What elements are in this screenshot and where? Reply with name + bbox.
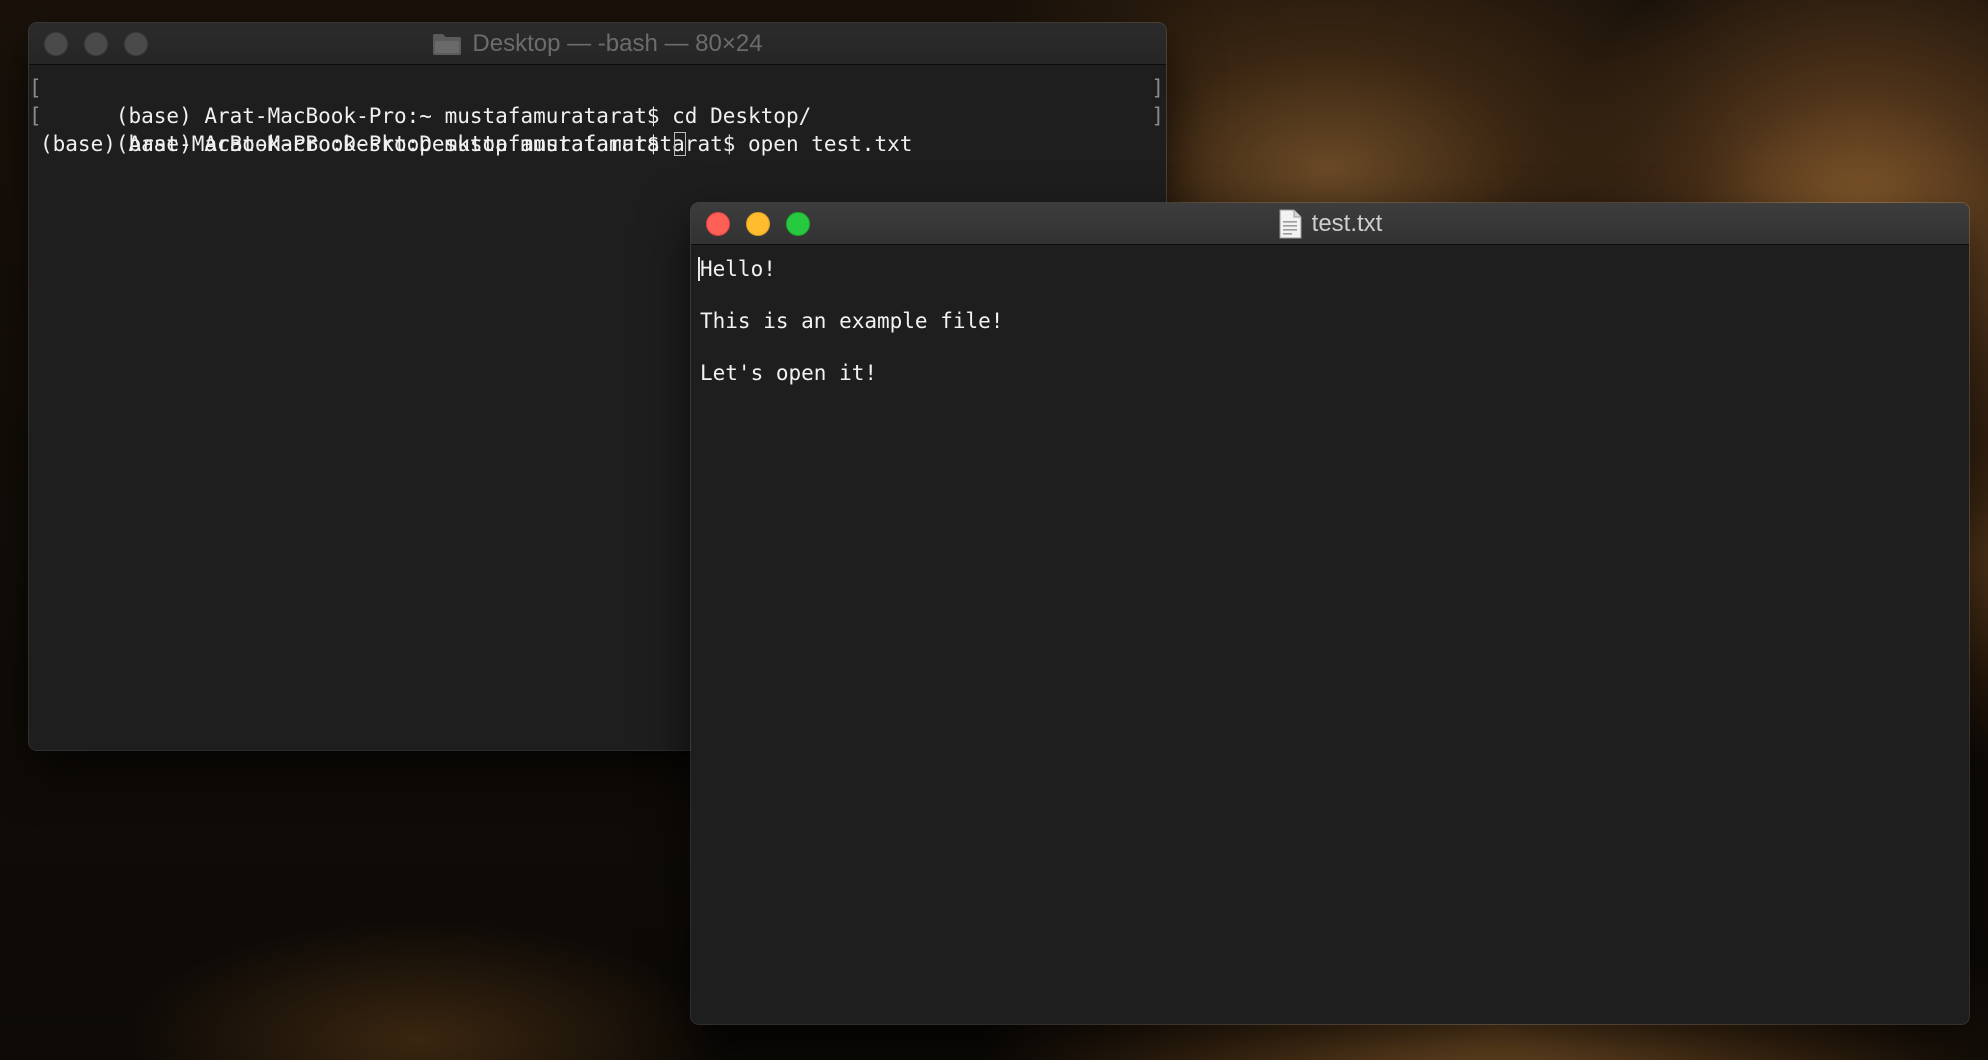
line-mark-right: ] <box>1151 76 1164 100</box>
document-line: This is an example file! <box>700 306 1969 358</box>
line-mark-left: [ <box>29 76 42 100</box>
line-mark-right: ] <box>1151 104 1164 128</box>
terminal-title: Desktop — -bash — 80×24 <box>472 29 763 57</box>
folder-icon <box>432 32 462 56</box>
document-line-text: This is an example file! <box>700 309 1004 333</box>
terminal-cursor <box>674 132 687 156</box>
document-line: Hello! <box>698 254 1969 306</box>
text-editing-area[interactable]: Hello! This is an example file! Let's op… <box>691 245 1969 1024</box>
terminal-prompt-line: (base) Arat-MacBook-Pro:Desktop mustafam… <box>29 130 1166 158</box>
document-line: Let's open it! <box>700 358 1969 410</box>
text-editor-window[interactable]: test.txt Hello! This is an example file!… <box>691 203 1969 1024</box>
editor-minimize-button[interactable] <box>746 212 770 236</box>
text-caret <box>698 257 700 281</box>
editor-zoom-button[interactable] <box>786 212 810 236</box>
editor-title: test.txt <box>1311 209 1383 237</box>
document-icon[interactable] <box>1278 209 1302 239</box>
line-mark-left: [ <box>29 104 42 128</box>
terminal-line-text: (base) Arat-MacBook-Pro:Desktop mustafam… <box>40 132 673 156</box>
terminal-titlebar[interactable]: Desktop — -bash — 80×24 <box>29 23 1166 65</box>
terminal-line: [(base) Arat-MacBook-Pro:~ mustafamurata… <box>29 74 1166 128</box>
document-line-text: Let's open it! <box>700 361 878 385</box>
editor-titlebar[interactable]: test.txt <box>691 203 1969 245</box>
editor-close-button[interactable] <box>706 212 730 236</box>
terminal-close-button[interactable] <box>44 32 68 56</box>
terminal-window-controls <box>44 32 148 56</box>
terminal-line: [ (base) Arat-MacBook-Pro:Desktop mustafa… <box>29 102 1166 156</box>
terminal-zoom-button[interactable] <box>124 32 148 56</box>
document-line-text: Hello! <box>700 257 776 281</box>
editor-window-controls <box>706 212 810 236</box>
terminal-minimize-button[interactable] <box>84 32 108 56</box>
